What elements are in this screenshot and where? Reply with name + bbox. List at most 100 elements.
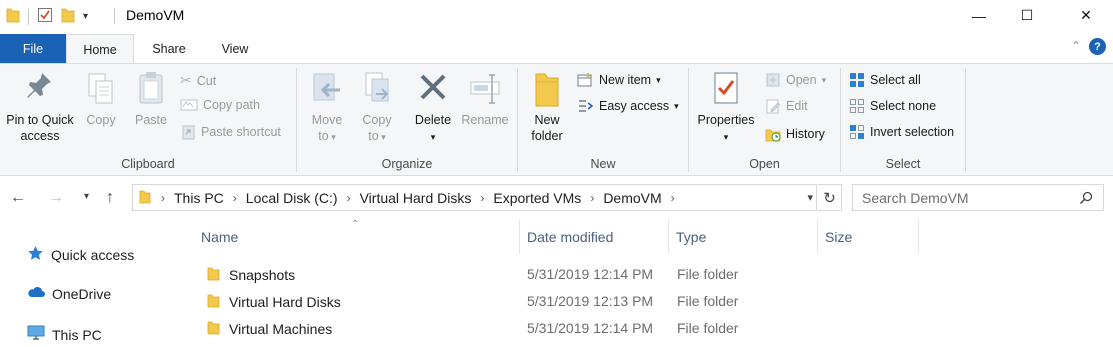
- column-header-date[interactable]: Date modified: [520, 219, 669, 254]
- properties-checkmark-icon[interactable]: [37, 7, 53, 26]
- edit-icon: [766, 99, 781, 114]
- title-bar: ▾ DemoVM — ☐ ✕: [0, 0, 1113, 33]
- paste-shortcut-button[interactable]: Paste shortcut: [180, 124, 281, 140]
- tab-view[interactable]: View: [206, 34, 264, 63]
- pin-icon: [27, 73, 51, 98]
- file-type: File folder: [677, 266, 739, 282]
- recent-locations-icon[interactable]: ▾: [84, 191, 89, 202]
- open-button[interactable]: Open ▾: [765, 72, 826, 88]
- new-item-label: New item: [599, 73, 652, 87]
- copy-path-button[interactable]: Copy path: [180, 98, 260, 112]
- address-bar[interactable]: › This PC › Local Disk (C:) › Virtual Ha…: [132, 184, 817, 211]
- invert-selection-button[interactable]: Invert selection: [849, 124, 954, 140]
- easy-access-dropdown-icon: ▾: [674, 100, 679, 111]
- pin-label-line2: access: [20, 129, 60, 143]
- breadcrumb-this-pc[interactable]: This PC: [169, 190, 229, 206]
- breadcrumb-virtual-hard-disks[interactable]: Virtual Hard Disks: [355, 190, 477, 206]
- edit-button[interactable]: Edit: [765, 98, 808, 114]
- move-to-label-line2: to: [318, 129, 329, 143]
- folder-icon: [139, 188, 151, 207]
- move-to-dropdown-icon: ▾: [328, 132, 336, 142]
- tab-file[interactable]: File: [0, 34, 66, 63]
- file-date: 5/31/2019 12:13 PM: [527, 293, 654, 309]
- chevron-down-icon[interactable]: ▾: [807, 191, 813, 204]
- breadcrumb-local-disk[interactable]: Local Disk (C:): [241, 190, 343, 206]
- title-divider: [114, 8, 115, 24]
- easy-access-button[interactable]: Easy access ▾: [576, 98, 679, 114]
- new-folder-icon[interactable]: [61, 7, 75, 26]
- select-all-icon: [850, 73, 864, 87]
- copy-path-icon: [180, 99, 198, 111]
- open-group-label: Open: [749, 157, 780, 171]
- folder-icon: [207, 266, 220, 284]
- table-row[interactable]: Virtual Hard Disks 5/31/2019 12:13 PM Fi…: [185, 288, 1113, 315]
- table-row[interactable]: Snapshots 5/31/2019 12:14 PM File folder: [185, 261, 1113, 288]
- delete-button[interactable]: Delete ▾: [411, 70, 455, 145]
- paste-label: Paste: [135, 113, 167, 127]
- delete-dropdown-icon: ▾: [430, 132, 436, 142]
- file-date: 5/31/2019 12:14 PM: [527, 266, 654, 282]
- column-header-type[interactable]: Type: [669, 219, 818, 254]
- new-folder-label-line2: folder: [531, 129, 563, 143]
- copy-to-button[interactable]: Copy to ▾: [355, 70, 399, 145]
- back-arrow-icon[interactable]: ←: [10, 189, 26, 207]
- toolbar-divider: [28, 8, 29, 25]
- file-name: Virtual Hard Disks: [229, 294, 341, 310]
- properties-label: Properties: [697, 113, 755, 127]
- open-group: Properties ▾ Open ▾ Edit History Open: [689, 64, 840, 175]
- open-label: Open: [786, 73, 817, 87]
- move-to-button[interactable]: Move to ▾: [305, 70, 349, 145]
- refresh-icon[interactable]: ↻: [818, 184, 842, 211]
- search-input[interactable]: [853, 185, 1068, 210]
- cut-button[interactable]: ✂ Cut: [180, 72, 216, 89]
- table-row[interactable]: Virtual Machines 5/31/2019 12:14 PM File…: [185, 315, 1113, 342]
- collapse-ribbon-icon[interactable]: ⌃: [1071, 39, 1081, 53]
- copy-path-label: Copy path: [203, 98, 260, 112]
- column-header-size[interactable]: Size: [818, 219, 919, 254]
- ribbon: Pin to Quick access Copy Paste ✂ Cut Cop…: [0, 63, 1113, 176]
- column-header-name[interactable]: Name: [194, 219, 520, 254]
- nav-item-quick-access[interactable]: Quick access: [27, 245, 134, 265]
- scissors-icon: ✂: [180, 72, 192, 88]
- breadcrumb-exported-vms[interactable]: Exported VMs: [488, 190, 586, 206]
- invert-selection-icon: [850, 125, 864, 139]
- copy-to-icon: [365, 72, 389, 102]
- copy-label: Copy: [86, 113, 116, 127]
- nav-label: OneDrive: [52, 285, 112, 302]
- search-icon[interactable]: [1079, 191, 1093, 208]
- select-all-button[interactable]: Select all: [849, 72, 921, 88]
- copy-to-dropdown-icon: ▾: [378, 132, 386, 142]
- ribbon-tabs: File Home Share View: [0, 34, 1113, 64]
- tab-share[interactable]: Share: [140, 34, 198, 63]
- new-item-button[interactable]: New item ▾: [576, 72, 661, 88]
- properties-button[interactable]: Properties ▾: [693, 70, 759, 145]
- nav-item-this-pc[interactable]: This PC: [27, 325, 102, 344]
- rename-button[interactable]: Rename: [459, 70, 511, 128]
- invert-selection-label: Invert selection: [870, 125, 955, 139]
- up-arrow-icon[interactable]: ↑: [106, 189, 114, 207]
- chevron-right-icon[interactable]: ›: [476, 191, 488, 205]
- paste-button[interactable]: Paste: [128, 70, 174, 128]
- chevron-right-icon[interactable]: ›: [343, 191, 355, 205]
- select-none-button[interactable]: Select none: [849, 98, 936, 114]
- new-folder-button[interactable]: New folder: [524, 70, 570, 144]
- close-button[interactable]: ✕: [1063, 0, 1109, 31]
- help-icon[interactable]: ?: [1089, 38, 1106, 55]
- maximize-button[interactable]: ☐: [1004, 0, 1050, 31]
- window-title: DemoVM: [126, 7, 185, 23]
- select-group: Select all Select none Invert selection …: [841, 64, 965, 175]
- organize-group: Move to ▾ Copy to ▾ Delete ▾ Rename Orga…: [297, 64, 517, 175]
- nav-item-onedrive[interactable]: OneDrive: [27, 285, 111, 302]
- minimize-button[interactable]: —: [956, 0, 1002, 31]
- forward-arrow-icon[interactable]: →: [48, 189, 64, 207]
- history-button[interactable]: History: [765, 126, 825, 142]
- customize-qat-icon[interactable]: ▾: [83, 11, 88, 22]
- chevron-right-icon: ›: [161, 190, 165, 205]
- chevron-right-icon[interactable]: ›: [586, 191, 598, 205]
- breadcrumb-demovm[interactable]: DemoVM: [598, 190, 666, 206]
- pin-to-quick-access-button[interactable]: Pin to Quick access: [2, 70, 78, 144]
- copy-button[interactable]: Copy: [80, 70, 122, 128]
- tab-home[interactable]: Home: [66, 34, 134, 64]
- chevron-right-icon[interactable]: ›: [667, 191, 679, 205]
- chevron-right-icon[interactable]: ›: [229, 191, 241, 205]
